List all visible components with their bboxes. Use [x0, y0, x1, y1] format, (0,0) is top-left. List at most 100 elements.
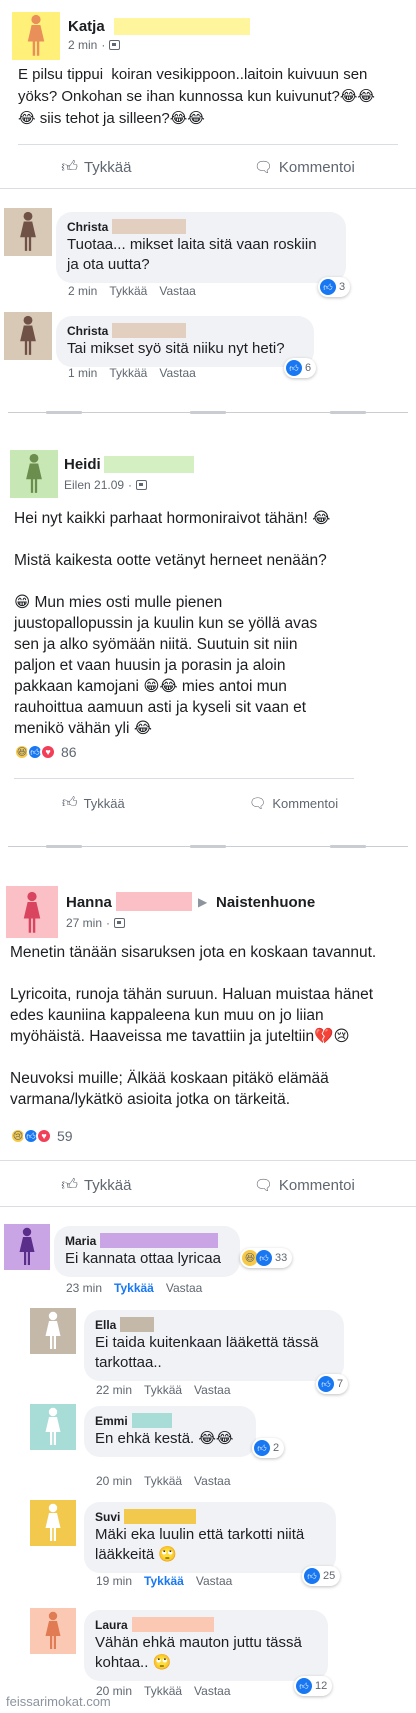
comment-reply-button[interactable]: Vastaa — [194, 1383, 230, 1397]
comment-meta: 2 min Tykkää Vastaa — [68, 284, 196, 298]
post-reactions[interactable]: 😆 👍︎ ♥ 86 — [14, 744, 77, 760]
comment-time[interactable]: 22 min — [96, 1383, 132, 1397]
comment-time[interactable]: 20 min — [96, 1474, 132, 1488]
name-highlight — [131, 1413, 172, 1428]
post-separator — [0, 845, 416, 848]
avatar[interactable] — [4, 208, 52, 256]
woman-avatar-icon — [24, 14, 48, 58]
like-button[interactable]: 👍︎ Tykkää — [62, 794, 125, 812]
comment-author[interactable]: Laura — [95, 1618, 128, 1632]
comment-author[interactable]: Christa — [67, 220, 108, 234]
reaction-count: 86 — [61, 744, 77, 760]
comment-reactions[interactable]: 👍︎ 7 — [316, 1374, 349, 1394]
woman-avatar-icon — [42, 1503, 64, 1543]
comment-time[interactable]: 2 min — [68, 284, 97, 298]
comment-like-button[interactable]: Tykkää — [144, 1684, 182, 1698]
comment-time[interactable]: 1 min — [68, 366, 97, 380]
woman-avatar-icon — [42, 1611, 64, 1651]
author-name[interactable]: Katja — [68, 18, 105, 35]
comment-reactions[interactable]: 👍︎ 12 — [294, 1676, 333, 1696]
group-name[interactable]: Naistenhuone — [216, 894, 315, 911]
comment-reply-button[interactable]: Vastaa — [194, 1474, 230, 1488]
comment-like-button[interactable]: Tykkää — [144, 1574, 184, 1588]
love-reaction-icon: ♥ — [36, 1128, 52, 1144]
comment-author[interactable]: Emmi — [95, 1414, 128, 1428]
comment-like-button[interactable]: Tykkää — [144, 1383, 182, 1397]
comment-text: Ei taida kuitenkaan lääkettä tässä tarko… — [95, 1334, 319, 1371]
avatar[interactable] — [10, 450, 58, 498]
avatar[interactable] — [30, 1308, 76, 1354]
name-highlight — [124, 1509, 197, 1524]
avatar[interactable] — [30, 1404, 76, 1450]
thumbs-up-icon: 👍︎ — [61, 158, 78, 176]
like-button[interactable]: 👍︎ Tykkää — [61, 1176, 131, 1195]
comment-reply-button[interactable]: Vastaa — [194, 1684, 230, 1698]
comment-reply-button[interactable]: Vastaa — [159, 366, 195, 380]
post-actions: 👍︎ Tykkää 🗨︎ Kommentoi — [0, 152, 416, 182]
name-highlight — [131, 1617, 214, 1632]
comment-icon: 🗨︎ — [248, 794, 267, 811]
comment-reply-button[interactable]: Vastaa — [159, 284, 195, 298]
comment-author[interactable]: Suvi — [95, 1510, 120, 1524]
avatar[interactable] — [30, 1608, 76, 1654]
comment-reactions[interactable]: 👍︎ 2 — [252, 1438, 285, 1458]
post-actions: 👍︎ Tykkää 🗨︎ Kommentoi — [0, 1170, 416, 1200]
comment-reply-button[interactable]: Vastaa — [166, 1281, 202, 1295]
name-highlight — [112, 323, 187, 338]
comment-bubble: Christa Tuotaa... mikset laita sitä vaan… — [56, 212, 346, 283]
comment-button[interactable]: 🗨︎ Kommentoi — [253, 158, 355, 177]
avatar[interactable] — [4, 1224, 50, 1270]
comment-meta: 23 min Tykkää Vastaa — [66, 1281, 202, 1295]
divider — [0, 188, 416, 189]
divider — [14, 778, 354, 779]
comment-like-button[interactable]: Tykkää — [109, 284, 147, 298]
comment-author[interactable]: Maria — [65, 1234, 96, 1248]
comment-like-button[interactable]: Tykkää — [144, 1474, 182, 1488]
post-time[interactable]: 2 min — [68, 38, 97, 52]
author-name[interactable]: Hanna — [66, 894, 112, 911]
woman-avatar-icon — [42, 1311, 64, 1351]
avatar[interactable] — [6, 886, 58, 938]
avatar[interactable] — [30, 1500, 76, 1546]
comment-like-button[interactable]: Tykkää — [109, 366, 147, 380]
post-reactions[interactable]: 😢 👍︎ ♥ 59 — [10, 1128, 73, 1144]
comment-icon: 🗨︎ — [253, 159, 273, 176]
comment-reply-button[interactable]: Vastaa — [196, 1574, 232, 1588]
post-meta: 27 min · — [66, 916, 126, 930]
audience-icon[interactable] — [114, 918, 126, 928]
divider — [0, 1160, 416, 1161]
comment-button[interactable]: 🗨︎ Kommentoi — [254, 1176, 355, 1195]
like-reaction-icon: 👍︎ — [320, 279, 336, 295]
like-button[interactable]: 👍︎ Tykkää — [61, 158, 131, 177]
comment-author[interactable]: Ella — [95, 1318, 116, 1332]
name-highlight — [114, 18, 250, 35]
audience-icon[interactable] — [136, 480, 148, 490]
avatar[interactable] — [4, 312, 52, 360]
comment-reactions[interactable]: 👍︎ 6 — [284, 358, 317, 378]
post-separator — [0, 411, 416, 414]
post-time[interactable]: Eilen 21.09 — [64, 478, 124, 492]
comment-reactions[interactable]: 😆 👍︎ 33 — [240, 1248, 293, 1268]
like-reaction-icon: 👍︎ — [296, 1678, 312, 1694]
woman-avatar-icon — [16, 1227, 38, 1267]
comment-author[interactable]: Christa — [67, 324, 108, 338]
avatar[interactable] — [12, 12, 60, 60]
post-text: Menetin tänään sisaruksen jota en koskaa… — [10, 944, 377, 1108]
comment-reactions[interactable]: 👍︎ 25 — [302, 1566, 341, 1586]
thumbs-up-icon: 👍︎ — [61, 794, 78, 811]
comment-meta: 1 min Tykkää Vastaa — [68, 366, 196, 380]
comment-reactions[interactable]: 👍︎ 3 — [318, 277, 351, 297]
name-highlight — [100, 1233, 219, 1248]
post-time[interactable]: 27 min — [66, 916, 102, 930]
comment-text: Tuotaa... mikset laita sitä vaan roskiin… — [67, 236, 317, 273]
comment-bubble: Suvi Mäki eka luulin että tarkotti niitä… — [84, 1502, 336, 1573]
post-text: Hei nyt kaikki parhaat hormoniraivot täh… — [14, 510, 331, 737]
woman-avatar-icon — [42, 1407, 64, 1447]
comment-like-button[interactable]: Tykkää — [114, 1281, 154, 1295]
author-name[interactable]: Heidi — [64, 456, 101, 473]
comment-meta: 20 min Tykkää Vastaa — [96, 1474, 231, 1488]
comment-button[interactable]: 🗨︎ Kommentoi — [249, 795, 339, 812]
audience-icon[interactable] — [109, 40, 121, 50]
comment-time[interactable]: 23 min — [66, 1281, 102, 1295]
comment-time[interactable]: 19 min — [96, 1574, 132, 1588]
